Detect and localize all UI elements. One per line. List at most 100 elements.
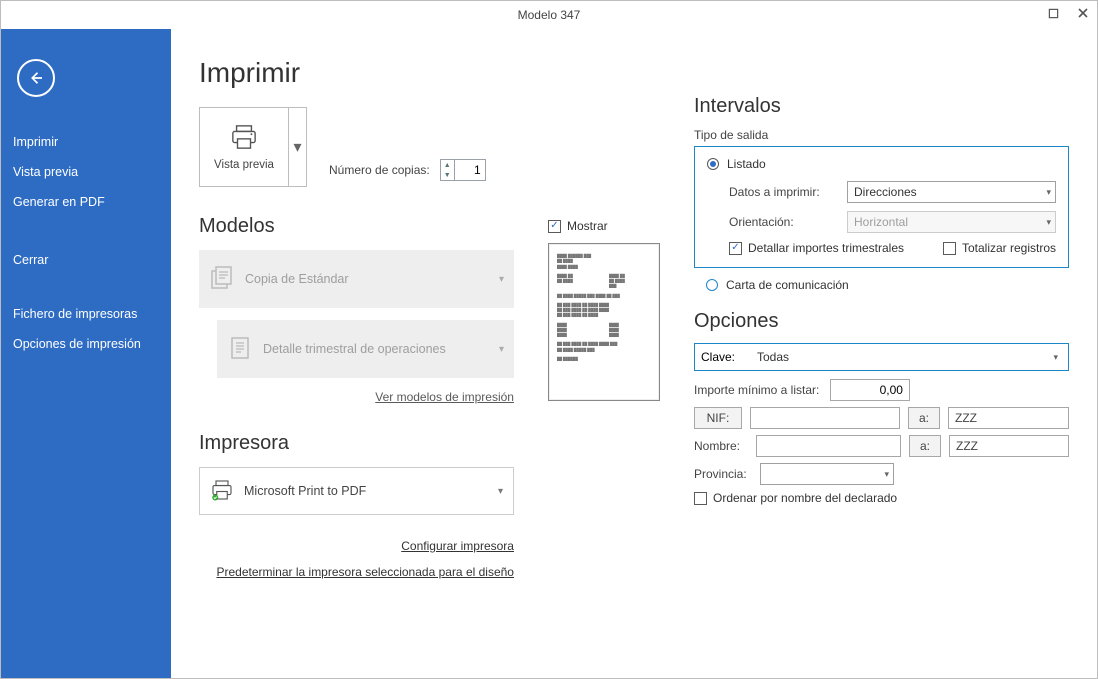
mostrar-checkbox[interactable] — [548, 220, 561, 233]
chevron-down-icon: ▾ — [1046, 217, 1051, 228]
detallar-checkbox[interactable] — [729, 242, 742, 255]
main-panel: Imprimir Vista previa ▾ Número de copias… — [171, 29, 1097, 678]
spinner-down-icon[interactable]: ▼ — [441, 170, 454, 180]
output-type-label: Tipo de salida — [694, 128, 1069, 142]
carta-radio-row[interactable]: Carta de comunicación — [694, 278, 1069, 292]
left-column: Modelos Copia de Estándar ▾ Detalle trim… — [199, 215, 514, 586]
listado-label: Listado — [727, 157, 766, 171]
orient-value: Horizontal — [854, 215, 908, 229]
importe-input[interactable] — [830, 379, 910, 401]
ordenar-checkbox[interactable] — [694, 492, 707, 505]
copies-input[interactable] — [455, 163, 485, 177]
window-controls — [1043, 3, 1093, 23]
detallar-checkbox-row[interactable]: Detallar importes trimestrales — [729, 241, 904, 255]
mostrar-label: Mostrar — [567, 219, 608, 233]
model-item-2[interactable]: Detalle trimestral de operaciones ▾ — [217, 320, 514, 378]
clave-label: Clave: — [701, 350, 735, 364]
model-item-1-label: Copia de Estándar — [245, 272, 349, 286]
printer-ok-icon — [210, 479, 234, 504]
clave-row: Clave: Todas ▾ — [694, 343, 1069, 371]
sidebar: Imprimir Vista previa Generar en PDF Cer… — [1, 29, 171, 678]
model-item-1[interactable]: Copia de Estándar ▾ — [199, 250, 514, 308]
window-body: Imprimir Vista previa Generar en PDF Cer… — [1, 29, 1097, 678]
right-column: Intervalos Tipo de salida Listado Datos … — [694, 215, 1069, 586]
printer-heading: Impresora — [199, 432, 514, 455]
maximize-button[interactable] — [1043, 3, 1063, 23]
printer-name: Microsoft Print to PDF — [244, 484, 366, 498]
sidebar-item-opciones-impresion[interactable]: Opciones de impresión — [1, 329, 171, 359]
datos-value: Direcciones — [854, 185, 917, 199]
clave-value: Todas — [757, 350, 789, 364]
importe-label: Importe mínimo a listar: — [694, 383, 822, 397]
listado-radio-row[interactable]: Listado — [707, 157, 1056, 171]
spinner-up-icon[interactable]: ▲ — [441, 160, 454, 170]
options-heading: Opciones — [694, 310, 1069, 333]
nombre-from-input[interactable] — [756, 435, 901, 457]
chevron-down-icon: ▾ — [884, 469, 889, 480]
chevron-down-icon: ▾ — [293, 137, 301, 157]
nif-button[interactable]: NIF: — [694, 407, 742, 429]
chevron-down-icon: ▾ — [499, 274, 504, 285]
sidebar-item-fichero-impresoras[interactable]: Fichero de impresoras — [1, 299, 171, 329]
vista-previa-main: Vista previa — [200, 108, 288, 186]
chevron-down-icon: ▾ — [499, 344, 504, 355]
totalizar-checkbox-row[interactable]: Totalizar registros — [943, 241, 1056, 255]
nombre-label: Nombre: — [694, 439, 748, 453]
nombre-to-input[interactable]: ZZZ — [949, 435, 1069, 457]
vista-previa-dropdown[interactable]: ▾ — [288, 108, 306, 186]
orient-combo: Horizontal ▾ — [847, 211, 1056, 233]
copies-field: Número de copias: ▲ ▼ — [329, 159, 486, 187]
window-root: Modelo 347 Imprimir Vista previa Generar… — [0, 0, 1098, 679]
document-thumbnail[interactable]: ████ ██████ █████ ████████ ████ ████ ███… — [548, 243, 660, 401]
columns: Modelos Copia de Estándar ▾ Detalle trim… — [199, 215, 1069, 586]
chevron-down-icon: ▾ — [498, 486, 503, 497]
mostrar-checkbox-row[interactable]: Mostrar — [548, 219, 660, 233]
provincia-combo[interactable]: ▾ — [760, 463, 894, 485]
ordenar-label: Ordenar por nombre del declarado — [713, 491, 897, 505]
detallar-label: Detallar importes trimestrales — [748, 241, 904, 255]
datos-combo[interactable]: Direcciones ▾ — [847, 181, 1056, 203]
listado-group: Listado Datos a imprimir: Direcciones ▾ … — [694, 146, 1069, 268]
totalizar-label: Totalizar registros — [962, 241, 1056, 255]
page-title: Imprimir — [199, 57, 1069, 89]
vista-previa-button[interactable]: Vista previa ▾ — [199, 107, 307, 187]
predetermine-printer-link[interactable]: Predeterminar la impresora seleccionada … — [216, 565, 514, 579]
orient-label: Orientación: — [729, 215, 841, 229]
provincia-label: Provincia: — [694, 467, 752, 481]
printer-icon — [229, 124, 259, 153]
sidebar-item-imprimir[interactable]: Imprimir — [1, 127, 171, 157]
model-item-2-label: Detalle trimestral de operaciones — [263, 342, 446, 356]
nif-to-input[interactable]: ZZZ — [948, 407, 1069, 429]
chevron-down-icon: ▾ — [1053, 352, 1058, 363]
a-button-1[interactable]: a: — [908, 407, 940, 429]
printer-select[interactable]: Microsoft Print to PDF ▾ — [199, 467, 514, 515]
nif-from-input[interactable] — [750, 407, 900, 429]
close-button[interactable] — [1073, 3, 1093, 23]
sidebar-item-vista-previa[interactable]: Vista previa — [1, 157, 171, 187]
window-title: Modelo 347 — [518, 8, 581, 22]
models-link[interactable]: Ver modelos de impresión — [199, 390, 514, 404]
middle-column: Mostrar ████ ██████ █████ ████████ ████ … — [548, 215, 660, 586]
back-button[interactable] — [17, 59, 55, 97]
copies-label: Número de copias: — [329, 163, 430, 177]
listado-radio[interactable] — [707, 158, 719, 170]
vista-previa-label: Vista previa — [214, 159, 274, 171]
sidebar-item-cerrar[interactable]: Cerrar — [1, 245, 171, 275]
datos-label: Datos a imprimir: — [729, 185, 841, 199]
carta-radio[interactable] — [706, 279, 718, 291]
title-bar: Modelo 347 — [1, 1, 1097, 29]
spinner-arrows[interactable]: ▲ ▼ — [441, 160, 455, 180]
document-icon — [227, 335, 253, 364]
totalizar-checkbox[interactable] — [943, 242, 956, 255]
sidebar-item-generar-pdf[interactable]: Generar en PDF — [1, 187, 171, 217]
chevron-down-icon: ▾ — [1046, 187, 1051, 198]
document-stack-icon — [209, 265, 235, 294]
carta-label: Carta de comunicación — [726, 278, 849, 292]
a-button-2[interactable]: a: — [909, 435, 941, 457]
copies-spinner[interactable]: ▲ ▼ — [440, 159, 486, 181]
printer-links: Configurar impresora Predeterminar la im… — [199, 533, 514, 586]
ordenar-checkbox-row[interactable]: Ordenar por nombre del declarado — [694, 491, 1069, 505]
intervals-heading: Intervalos — [694, 95, 1069, 118]
configure-printer-link[interactable]: Configurar impresora — [401, 539, 514, 553]
clave-combo[interactable]: Todas ▾ — [751, 347, 1062, 367]
